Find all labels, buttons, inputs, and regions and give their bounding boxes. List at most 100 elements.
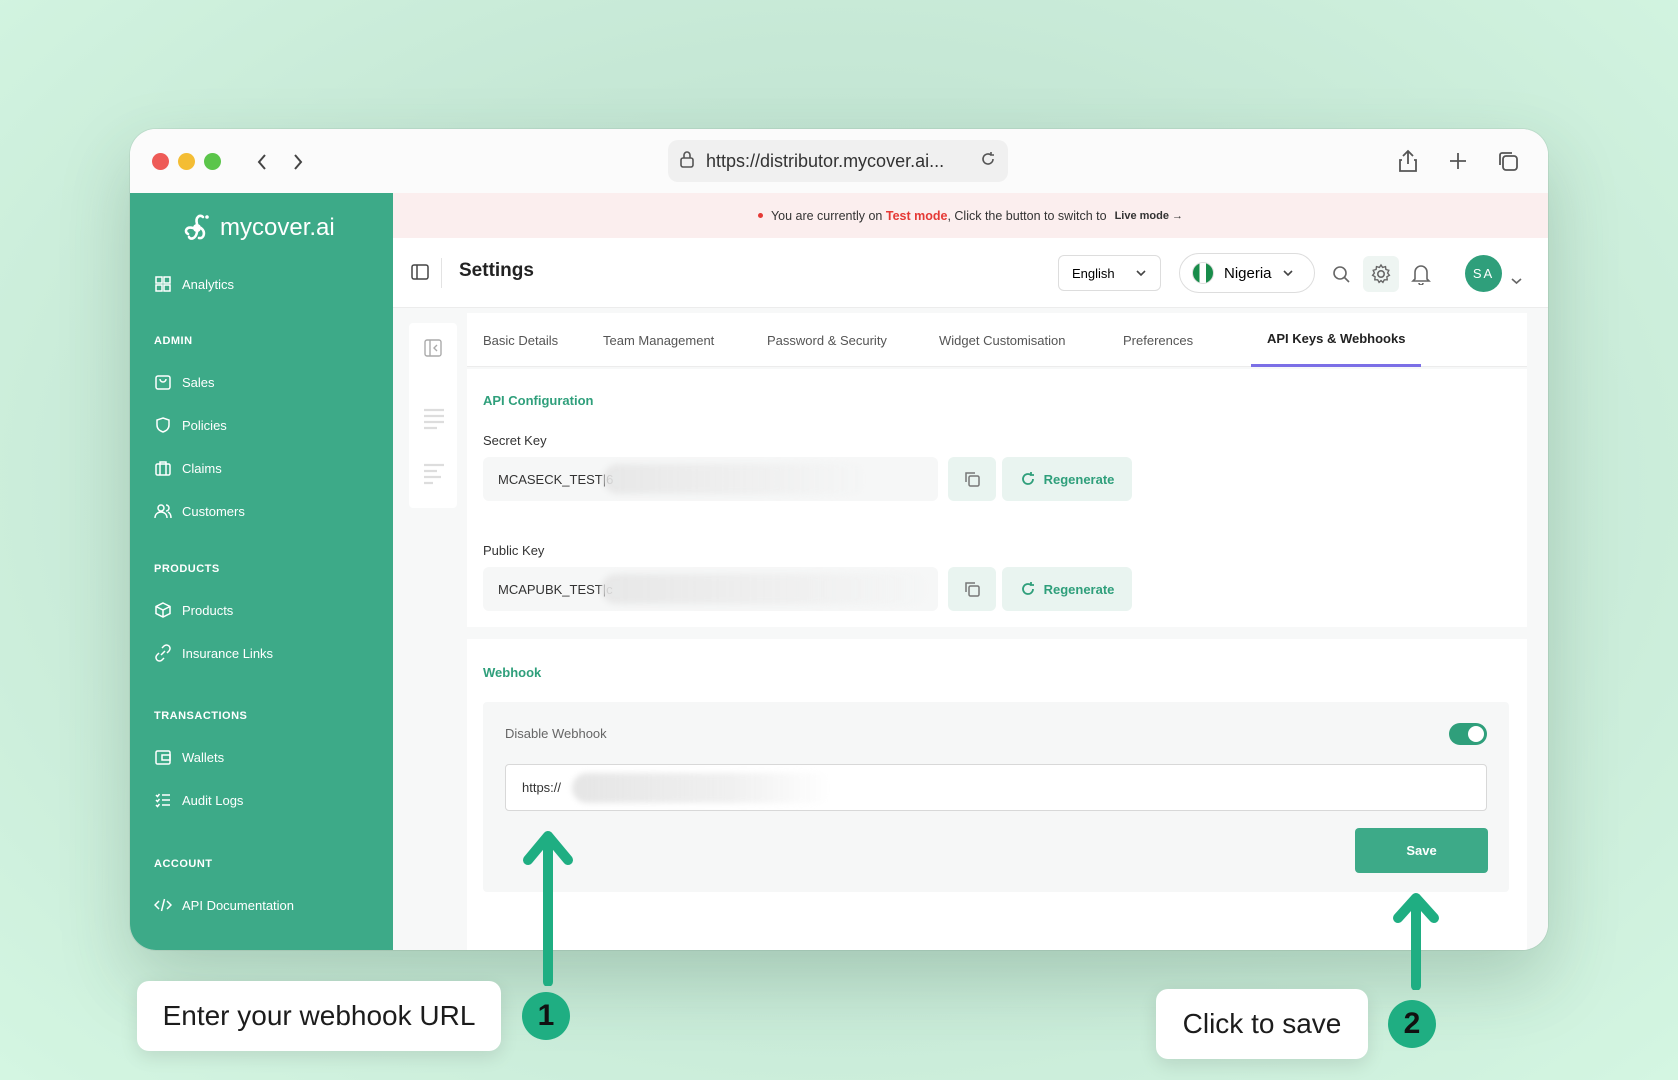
gear-icon[interactable]	[1363, 256, 1399, 292]
settings-rail	[409, 323, 457, 508]
refresh-icon	[1021, 472, 1034, 485]
sidebar-item-products[interactable]: Products	[154, 601, 233, 619]
close-window-button[interactable]	[152, 153, 169, 170]
secret-key-value: MCASECK_TEST|6	[498, 471, 614, 487]
step-badge-1: 1	[522, 992, 570, 1040]
grid-icon	[155, 276, 171, 292]
address-bar[interactable]: https://distributor.mycover.ai...	[668, 140, 1008, 182]
sidebar-toggle-icon[interactable]	[411, 264, 429, 284]
new-tab-icon[interactable]	[1442, 145, 1474, 177]
public-key-field[interactable]: MCAPUBK_TEST|c	[483, 567, 938, 611]
briefcase-icon	[155, 461, 171, 476]
text-lines-icon	[424, 463, 444, 485]
back-icon[interactable]	[247, 147, 277, 177]
switch-live-mode-link[interactable]: Live mode →	[1115, 210, 1183, 222]
chevron-down-icon	[1136, 270, 1146, 277]
sidebar-item-label: Products	[182, 602, 234, 618]
banner-mode: Test mode	[885, 208, 948, 223]
mycover-logo-icon	[184, 214, 209, 240]
callout-enter-webhook-url: Enter your webhook URL	[137, 981, 501, 1051]
browser-window: https://distributor.mycover.ai... mycove…	[130, 129, 1548, 950]
callout-click-to-save: Click to save	[1156, 989, 1368, 1059]
reload-icon[interactable]	[980, 151, 996, 172]
nigeria-flag-icon	[1192, 262, 1214, 284]
bell-icon[interactable]	[1403, 256, 1439, 292]
refresh-icon	[1021, 582, 1034, 595]
regenerate-secret-key-button[interactable]: Regenerate	[1002, 457, 1132, 501]
shield-icon	[156, 417, 170, 433]
copy-public-key-button[interactable]	[948, 567, 996, 611]
sidebar: mycover.ai Analytics ADMIN Sales Policie…	[130, 193, 393, 950]
disable-webhook-toggle[interactable]	[1449, 723, 1487, 745]
page-header: Settings English Nigeria SA	[393, 238, 1548, 308]
sidebar-section-admin: ADMIN	[154, 335, 193, 347]
link-icon	[155, 644, 171, 662]
sidebar-item-policies[interactable]: Policies	[154, 416, 227, 434]
tab-widget-customisation[interactable]: Widget Customisation	[939, 313, 1065, 367]
settings-tabs: Basic Details Team Management Password &…	[467, 313, 1527, 367]
lock-icon	[680, 150, 694, 173]
save-button[interactable]: Save	[1355, 828, 1488, 873]
search-icon[interactable]	[1323, 256, 1359, 292]
sidebar-item-label: Claims	[182, 460, 222, 476]
sidebar-item-sales[interactable]: Sales	[154, 373, 215, 391]
redacted-blur	[572, 773, 832, 803]
sidebar-item-wallets[interactable]: Wallets	[154, 748, 224, 766]
disable-webhook-label: Disable Webhook	[505, 726, 607, 741]
sidebar-section-transactions: TRANSACTIONS	[154, 710, 248, 722]
sidebar-item-analytics[interactable]: Analytics	[154, 275, 234, 293]
list-icon	[155, 793, 170, 808]
brand-logo[interactable]: mycover.ai	[180, 211, 335, 245]
sidebar-item-label: Policies	[182, 417, 227, 433]
sidebar-item-customers[interactable]: Customers	[154, 502, 245, 520]
chevron-down-icon	[1282, 270, 1293, 277]
language-select[interactable]: English	[1058, 255, 1161, 291]
sidebar-item-claims[interactable]: Claims	[154, 459, 222, 477]
api-configuration-title: API Configuration	[483, 393, 594, 408]
copy-icon	[965, 582, 980, 597]
copy-icon	[965, 472, 980, 487]
sidebar-section-account: ACCOUNT	[154, 858, 213, 870]
public-key-label: Public Key	[483, 543, 545, 558]
sidebar-section-products: PRODUCTS	[154, 563, 220, 575]
copy-secret-key-button[interactable]	[948, 457, 996, 501]
tabs-overview-icon[interactable]	[1492, 145, 1524, 177]
forward-icon[interactable]	[283, 147, 313, 177]
regenerate-public-key-button[interactable]: Regenerate	[1002, 567, 1132, 611]
avatar[interactable]: SA	[1465, 255, 1502, 292]
share-icon[interactable]	[1392, 145, 1424, 177]
brand-name: mycover.ai	[220, 214, 335, 241]
language-value: English	[1072, 265, 1115, 281]
webhook-card: Webhook Disable Webhook https:// Save	[467, 639, 1527, 950]
maximize-window-button[interactable]	[204, 153, 221, 170]
redacted-blur	[601, 574, 931, 604]
banner-suffix: , Click the button to switch to	[947, 208, 1107, 223]
sidebar-item-label: Insurance Links	[182, 645, 274, 661]
sidebar-item-audit-logs[interactable]: Audit Logs	[154, 791, 243, 809]
country-value: Nigeria	[1224, 264, 1272, 282]
tab-team-management[interactable]: Team Management	[603, 313, 714, 367]
sidebar-item-label: API Documentation	[182, 897, 295, 913]
minimize-window-button[interactable]	[178, 153, 195, 170]
tab-password-security[interactable]: Password & Security	[767, 313, 887, 367]
sidebar-item-api-documentation[interactable]: API Documentation	[154, 896, 294, 914]
account-menu-chevron-icon[interactable]	[1510, 270, 1523, 289]
sidebar-item-insurance-links[interactable]: Insurance Links	[154, 644, 273, 662]
collapse-panel-icon[interactable]	[424, 339, 442, 357]
url-text: https://distributor.mycover.ai...	[706, 150, 945, 171]
arrow-up-icon	[523, 831, 573, 986]
page-title: Settings	[459, 260, 534, 281]
tab-api-keys-webhooks[interactable]: API Keys & Webhooks	[1251, 313, 1422, 367]
webhook-url-value: https://	[522, 780, 562, 795]
country-select[interactable]: Nigeria	[1179, 253, 1315, 293]
sidebar-item-label: Customers	[182, 503, 245, 519]
sidebar-item-label: Wallets	[182, 749, 225, 765]
secret-key-field[interactable]: MCASECK_TEST|6	[483, 457, 938, 501]
webhook-title: Webhook	[483, 665, 542, 680]
banner-prefix: You are currently on	[770, 208, 883, 223]
sidebar-item-label: Audit Logs	[182, 792, 244, 808]
tab-basic-details[interactable]: Basic Details	[483, 313, 558, 367]
tab-preferences[interactable]: Preferences	[1123, 313, 1193, 367]
public-key-value: MCAPUBK_TEST|c	[498, 581, 613, 597]
webhook-url-input[interactable]: https://	[505, 764, 1487, 811]
